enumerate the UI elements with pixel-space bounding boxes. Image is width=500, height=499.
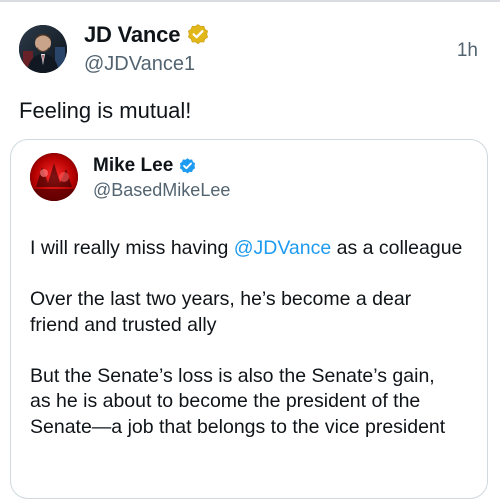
- quoted-line: Over the last two years, he’s become a d…: [30, 288, 412, 310]
- gold-verified-badge-icon: [186, 23, 210, 47]
- quoted-text-segment: I will really miss having: [30, 237, 234, 259]
- quoted-line: Senate—a job that belongs to the vice pr…: [30, 415, 446, 438]
- author-handle[interactable]: @JDVance1: [84, 53, 195, 76]
- tweet: JD Vance @JDVance1 1h Feeling is mutual!: [0, 0, 500, 499]
- quoted-line: But the Senate’s loss is also the Senate…: [30, 364, 435, 387]
- divider: [0, 0, 500, 2]
- author-name-row: JD Vance: [84, 22, 210, 48]
- author-name[interactable]: JD Vance: [84, 22, 180, 48]
- blue-verified-badge-icon: [178, 157, 197, 176]
- quoted-author-avatar[interactable]: [30, 153, 78, 201]
- quoted-text-segment: as a colleague: [331, 237, 463, 259]
- timestamp[interactable]: 1h: [457, 40, 478, 62]
- avatar-photo: [19, 25, 67, 73]
- quoted-line: friend and trusted ally: [30, 313, 217, 336]
- quoted-paragraph: I will really miss having @JDVance as a …: [30, 236, 480, 262]
- quoted-paragraph: Over the last two years, he’s become a d…: [30, 287, 480, 338]
- quoted-author-name-row: Mike Lee: [93, 155, 197, 177]
- mention-link[interactable]: @JDVance: [234, 237, 331, 259]
- quoted-author-name[interactable]: Mike Lee: [93, 155, 173, 177]
- tweet-text: Feeling is mutual!: [19, 98, 192, 123]
- quoted-tweet-card[interactable]: Mike Lee @BasedMikeLee I will really mis…: [10, 139, 488, 499]
- quoted-author-handle[interactable]: @BasedMikeLee: [93, 180, 230, 201]
- author-avatar[interactable]: [19, 25, 67, 73]
- avatar-photo: [30, 153, 78, 201]
- quoted-paragraph: But the Senate’s loss is also the Senate…: [30, 364, 480, 441]
- quoted-line: I will really miss having @JDVance as a …: [30, 236, 480, 262]
- quoted-line: as he is about to become the president o…: [30, 390, 421, 412]
- quoted-tweet-text: I will really miss having @JDVance as a …: [30, 236, 480, 440]
